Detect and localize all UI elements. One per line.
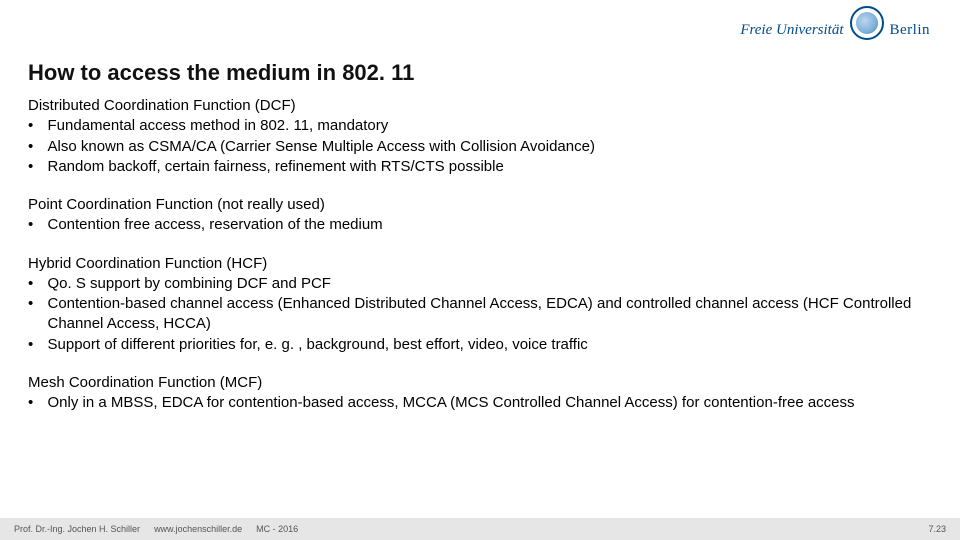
list-item: •Qo. S support by combining DCF and PCF bbox=[28, 274, 932, 294]
university-logo: Freie Universität Berlin bbox=[740, 6, 930, 40]
bullet-text: Random backoff, certain fairness, refine… bbox=[48, 157, 933, 177]
list-item: •Random backoff, certain fairness, refin… bbox=[28, 157, 932, 177]
footer-page: 7.23 bbox=[928, 524, 946, 534]
section-heading: Mesh Coordination Function (MCF) bbox=[28, 373, 932, 393]
list-item: •Fundamental access method in 802. 11, m… bbox=[28, 116, 932, 136]
section-hcf: Hybrid Coordination Function (HCF) •Qo. … bbox=[28, 254, 932, 355]
section-heading: Hybrid Coordination Function (HCF) bbox=[28, 254, 932, 274]
footer-course: MC - 2016 bbox=[256, 524, 298, 534]
section-heading: Point Coordination Function (not really … bbox=[28, 195, 932, 215]
section-pcf: Point Coordination Function (not really … bbox=[28, 195, 932, 236]
slide-title: How to access the medium in 802. 11 bbox=[28, 60, 414, 86]
section-mcf: Mesh Coordination Function (MCF) •Only i… bbox=[28, 373, 932, 414]
bullet-text: Also known as CSMA/CA (Carrier Sense Mul… bbox=[48, 137, 933, 157]
list-item: •Contention-based channel access (Enhanc… bbox=[28, 294, 932, 335]
slide-body: Distributed Coordination Function (DCF) … bbox=[28, 96, 932, 431]
list-item: •Support of different priorities for, e.… bbox=[28, 335, 932, 355]
bullet-text: Support of different priorities for, e. … bbox=[48, 335, 933, 355]
bullet-text: Contention-based channel access (Enhance… bbox=[48, 294, 933, 335]
list-item: •Contention free access, reservation of … bbox=[28, 215, 932, 235]
list-item: •Also known as CSMA/CA (Carrier Sense Mu… bbox=[28, 137, 932, 157]
list-item: •Only in a MBSS, EDCA for contention-bas… bbox=[28, 393, 932, 413]
bullet-text: Contention free access, reservation of t… bbox=[48, 215, 933, 235]
logo-text: Freie Universität Berlin bbox=[740, 6, 930, 40]
logo-berlin: Berlin bbox=[890, 22, 931, 39]
seal-icon bbox=[850, 6, 884, 40]
slide-footer: Prof. Dr.-Ing. Jochen H. Schiller www.jo… bbox=[0, 518, 960, 540]
footer-author: Prof. Dr.-Ing. Jochen H. Schiller bbox=[14, 524, 140, 534]
bullet-text: Fundamental access method in 802. 11, ma… bbox=[48, 116, 933, 136]
logo-fu: Freie Universität bbox=[740, 22, 843, 39]
section-heading: Distributed Coordination Function (DCF) bbox=[28, 96, 932, 116]
bullet-text: Only in a MBSS, EDCA for contention-base… bbox=[48, 393, 933, 413]
slide: Freie Universität Berlin How to access t… bbox=[0, 0, 960, 540]
section-dcf: Distributed Coordination Function (DCF) … bbox=[28, 96, 932, 177]
bullet-text: Qo. S support by combining DCF and PCF bbox=[48, 274, 933, 294]
footer-url: www.jochenschiller.de bbox=[154, 524, 242, 534]
